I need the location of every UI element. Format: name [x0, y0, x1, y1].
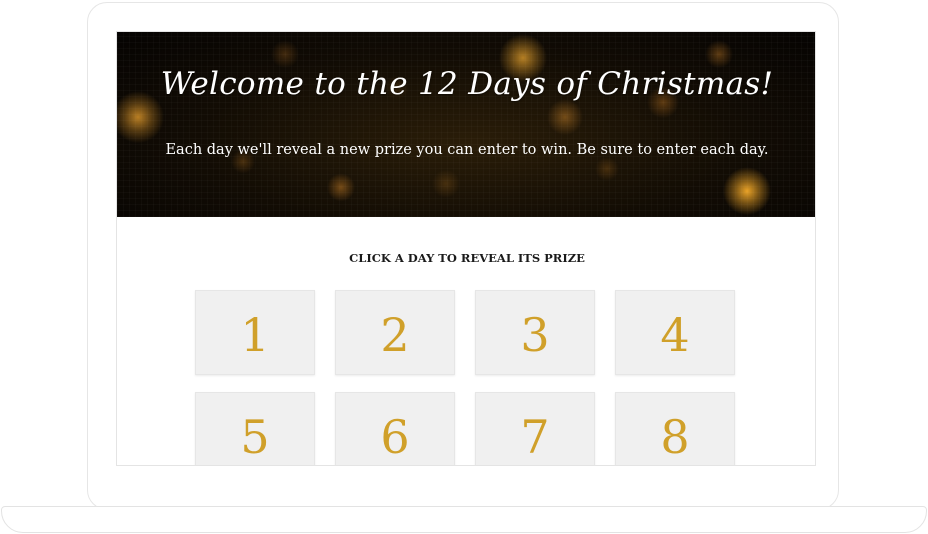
- laptop-base: [1, 506, 927, 533]
- day-number: 8: [660, 409, 690, 464]
- day-tile-5[interactable]: 5: [195, 392, 315, 465]
- day-number: 5: [240, 409, 270, 464]
- day-tile-4[interactable]: 4: [615, 290, 735, 375]
- day-number: 2: [380, 307, 410, 362]
- day-tile-1[interactable]: 1: [195, 290, 315, 375]
- day-number: 3: [520, 307, 550, 362]
- day-number: 7: [520, 409, 550, 464]
- day-tile-2[interactable]: 2: [335, 290, 455, 375]
- day-tile-7[interactable]: 7: [475, 392, 595, 465]
- day-tile-8[interactable]: 8: [615, 392, 735, 465]
- day-number: 1: [240, 307, 270, 362]
- day-number: 6: [380, 409, 410, 464]
- day-number: 4: [660, 307, 690, 362]
- page-title: Welcome to the 12 Days of Christmas!: [160, 66, 774, 102]
- instruction-heading: CLICK A DAY TO REVEAL ITS PRIZE: [349, 251, 585, 265]
- hero-banner: Welcome to the 12 Days of Christmas! Eac…: [117, 32, 815, 217]
- page-viewport[interactable]: Welcome to the 12 Days of Christmas! Eac…: [116, 31, 816, 466]
- texture-overlay: [117, 32, 815, 217]
- page-subtitle: Each day we'll reveal a new prize you ca…: [165, 142, 769, 158]
- day-tile-6[interactable]: 6: [335, 392, 455, 465]
- day-tile-3[interactable]: 3: [475, 290, 595, 375]
